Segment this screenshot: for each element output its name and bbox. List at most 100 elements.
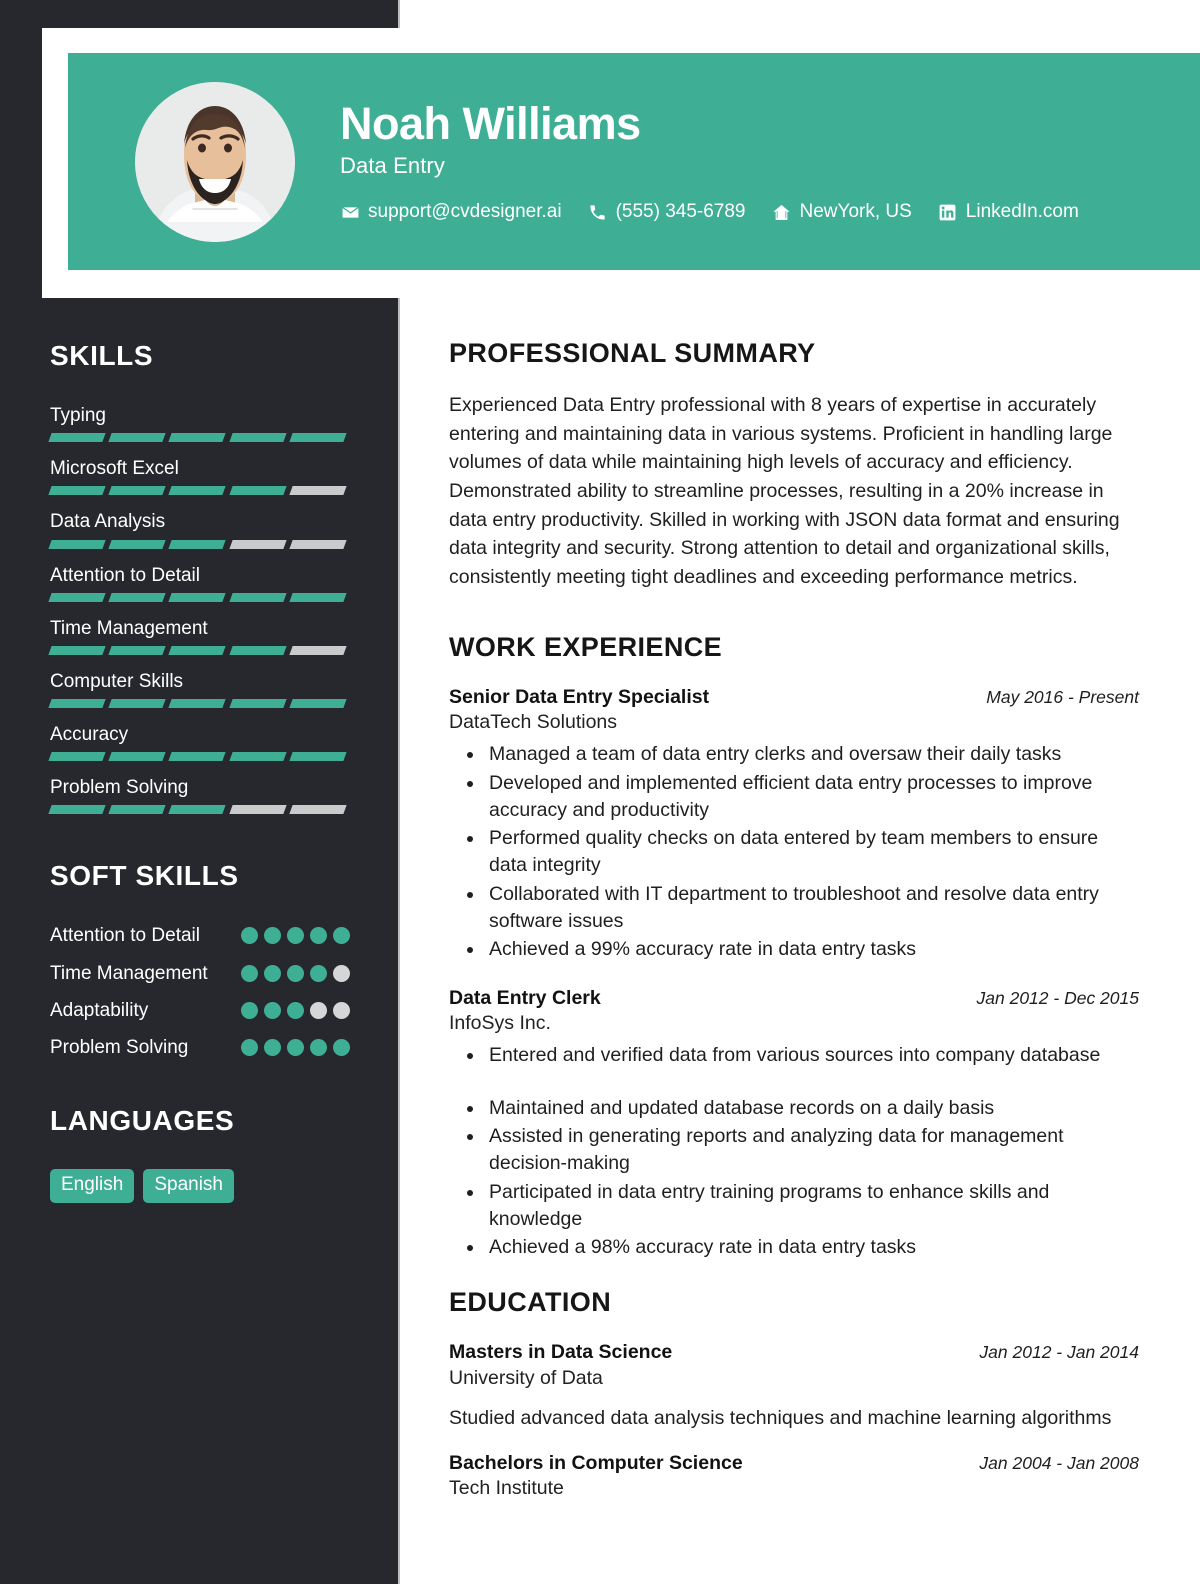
language-tag[interactable]: English	[50, 1169, 135, 1203]
contact-email[interactable]: support@cvdesigner.ai	[340, 201, 562, 223]
contact-location-label: NewYork, US	[799, 201, 912, 223]
skill-label: Microsoft Excel	[50, 458, 179, 480]
education-entry-header: Bachelors in Computer Science Jan 2004 - …	[449, 1451, 1139, 1476]
work-date-range: May 2016 - Present	[986, 686, 1139, 707]
rating-dot	[333, 1001, 350, 1019]
work-role: Data Entry Clerk	[449, 986, 601, 1009]
work-entry: Senior Data Entry Specialist May 2016 - P…	[449, 685, 1139, 964]
skill-level-bar	[48, 433, 347, 443]
contact-phone[interactable]: (555) 345-6789	[588, 201, 746, 223]
rating-dot	[287, 927, 304, 945]
linkedin-icon	[938, 202, 958, 222]
skill-bar-segment	[48, 486, 106, 496]
skill-bar-segment	[108, 699, 167, 709]
home-icon	[772, 202, 792, 222]
contact-list: support@cvdesigner.ai (555) 345-6789 New…	[340, 201, 1079, 223]
soft-skill-rating	[241, 962, 350, 982]
work-bullet: Entered and verified data from various s…	[485, 1042, 1139, 1069]
skill-bar-segment	[228, 805, 287, 815]
education-entries: Masters in Data Science Jan 2012 - Jan 20…	[449, 1340, 1139, 1501]
contact-email-label: support@cvdesigner.ai	[368, 201, 562, 223]
skill-bar-segment	[289, 645, 347, 655]
rating-dot	[287, 964, 304, 982]
rating-dot	[333, 1038, 350, 1056]
skills-list: Typing Microsoft Excel Data Analysis Attent…	[48, 404, 350, 815]
education-section: EDUCATION Masters in Data Science Jan 201…	[449, 1287, 1139, 1501]
languages-list: English Spanish	[50, 1169, 350, 1203]
skill-bar-segment	[228, 539, 287, 549]
skill-level-bar	[48, 486, 347, 496]
work-entry-header: Data Entry Clerk Jan 2012 - Dec 2015	[449, 986, 1139, 1011]
skill-bar-segment	[168, 592, 227, 602]
skill-label: Computer Skills	[50, 670, 184, 692]
skill-level-bar	[48, 805, 347, 815]
rating-dot	[310, 964, 327, 982]
work-bullet-list: Managed a team of data entry clerks and …	[449, 741, 1139, 963]
resume-header: Noah Williams Data Entry support@cvdesig…	[68, 53, 1200, 270]
soft-skill-row: Attention to Detail	[50, 924, 350, 947]
contact-linkedin[interactable]: LinkedIn.com	[938, 201, 1079, 223]
skill-bar-segment	[108, 486, 167, 496]
soft-skill-label: Attention to Detail	[50, 925, 200, 947]
work-organization: DataTech Solutions	[449, 710, 618, 733]
soft-skill-rating	[241, 924, 350, 945]
contact-location[interactable]: NewYork, US	[772, 201, 912, 223]
skill-level-bar	[48, 539, 347, 549]
envelope-icon	[340, 202, 360, 222]
skill-level-bar	[48, 752, 347, 762]
skill-bar-segment	[168, 805, 227, 815]
work-heading: WORK EXPERIENCE	[449, 631, 723, 662]
phone-icon	[588, 202, 608, 222]
skill-bar-segment	[289, 486, 347, 496]
education-school: Tech Institute	[449, 1477, 564, 1500]
education-entry: Bachelors in Computer Science Jan 2004 - …	[449, 1451, 1139, 1502]
skill-bar-segment	[48, 592, 106, 602]
rating-dot	[333, 964, 350, 982]
work-bullet: Managed a team of data entry clerks and …	[485, 741, 1139, 768]
skill-level-bar	[48, 699, 347, 709]
summary-text: Experienced Data Entry professional with…	[449, 394, 1120, 588]
soft-skill-rating	[241, 999, 350, 1019]
work-bullet: Participated in data entry training prog…	[485, 1179, 1139, 1234]
work-bullet-list: Entered and verified data from various s…	[449, 1042, 1139, 1261]
soft-skills-block: SOFT SKILLS Attention to Detail Time Mana…	[50, 860, 350, 1059]
skill-bar-segment	[228, 486, 287, 496]
skill-bar-segment	[168, 539, 227, 549]
work-section: WORK EXPERIENCE Senior Data Entry Specia…	[449, 632, 1139, 1262]
skill-bar-segment	[48, 752, 106, 762]
contact-linkedin-label: LinkedIn.com	[965, 201, 1079, 223]
work-organization: InfoSys Inc.	[449, 1012, 551, 1034]
sidebar-content: SKILLS Typing Microsoft Excel Data Analysi…	[48, 340, 350, 1203]
skill-bar-segment	[108, 752, 167, 762]
rating-dot	[333, 927, 350, 945]
work-date-range: Jan 2012 - Dec 2015	[976, 987, 1139, 1008]
education-entry-header: Masters in Data Science Jan 2012 - Jan 20…	[449, 1340, 1139, 1365]
summary-heading: PROFESSIONAL SUMMARY	[449, 338, 816, 368]
work-bullet: Developed and implemented efficient data…	[485, 770, 1139, 825]
rating-dot	[287, 1001, 304, 1019]
education-entry: Masters in Data Science Jan 2012 - Jan 20…	[449, 1340, 1139, 1432]
rating-dot	[310, 1038, 327, 1056]
work-bullet: Maintained and updated database records …	[485, 1095, 1139, 1122]
soft-skill-label: Problem Solving	[50, 1036, 189, 1058]
skill-bar-segment	[168, 433, 227, 443]
work-bullet: Achieved a 99% accuracy rate in data ent…	[485, 936, 1139, 963]
work-bullet: Assisted in generating reports and analy…	[485, 1123, 1139, 1178]
resume-page: Noah Williams Data Entry support@cvdesig…	[0, 0, 1200, 1584]
person-name: Noah Williams	[340, 97, 641, 149]
soft-skills-list: Attention to Detail Time Management Adapta…	[50, 924, 350, 1059]
skill-bar-segment	[289, 752, 347, 762]
education-date-range: Jan 2012 - Jan 2014	[979, 1342, 1139, 1363]
rating-dot	[310, 1001, 327, 1019]
skill-bar-segment	[289, 805, 347, 815]
soft-skill-row: Problem Solving	[50, 1036, 350, 1059]
work-entry: Data Entry Clerk Jan 2012 - Dec 2015 InfoS…	[449, 986, 1139, 1262]
soft-skill-label: Adaptability	[50, 999, 149, 1021]
skill-bar-segment	[48, 433, 106, 443]
main-content: PROFESSIONAL SUMMARY Experienced Data En…	[449, 338, 1139, 1519]
skill-bar-segment	[48, 645, 106, 655]
skill-bar-segment	[228, 433, 287, 443]
skill-bar-segment	[228, 699, 287, 709]
work-role: Senior Data Entry Specialist	[449, 685, 710, 708]
language-tag[interactable]: Spanish	[143, 1169, 234, 1203]
